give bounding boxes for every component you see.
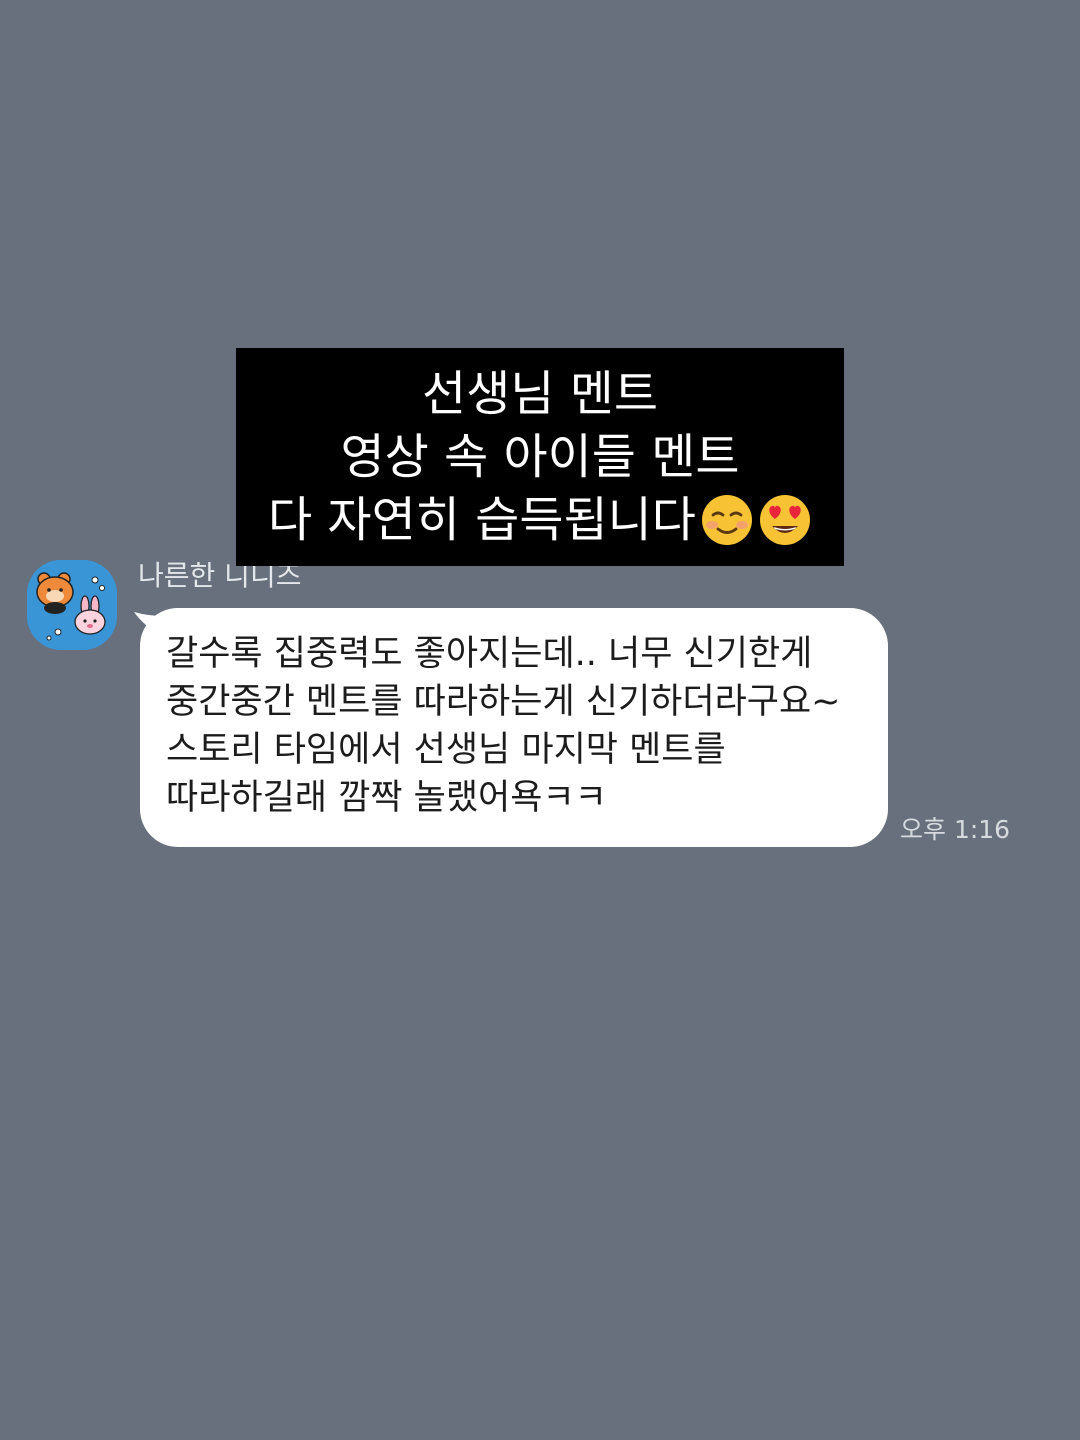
avatar[interactable] — [27, 560, 117, 650]
caption-line-1: 선생님 멘트 — [421, 365, 659, 422]
caption-line-2: 영상 속 아이들 멘트 — [340, 428, 740, 485]
caption-overlay: 선생님 멘트 영상 속 아이들 멘트 다 자연히 습득됩니다 — [236, 348, 844, 566]
message-timestamp: 오후 1:16 — [900, 815, 1011, 844]
caption-line-3-text: 다 자연히 습득됩니다 — [268, 491, 696, 548]
message-text: 갈수록 집중력도 좋아지는데.. 너무 신기한게 중간중간 멘트를 따라하는게 … — [166, 634, 841, 818]
niniz-sticker-icon — [27, 560, 117, 650]
heart-eyes-icon — [758, 493, 812, 547]
caption-line-3: 다 자연히 습득됩니다 — [268, 489, 812, 552]
smiling-face-icon — [700, 493, 754, 547]
